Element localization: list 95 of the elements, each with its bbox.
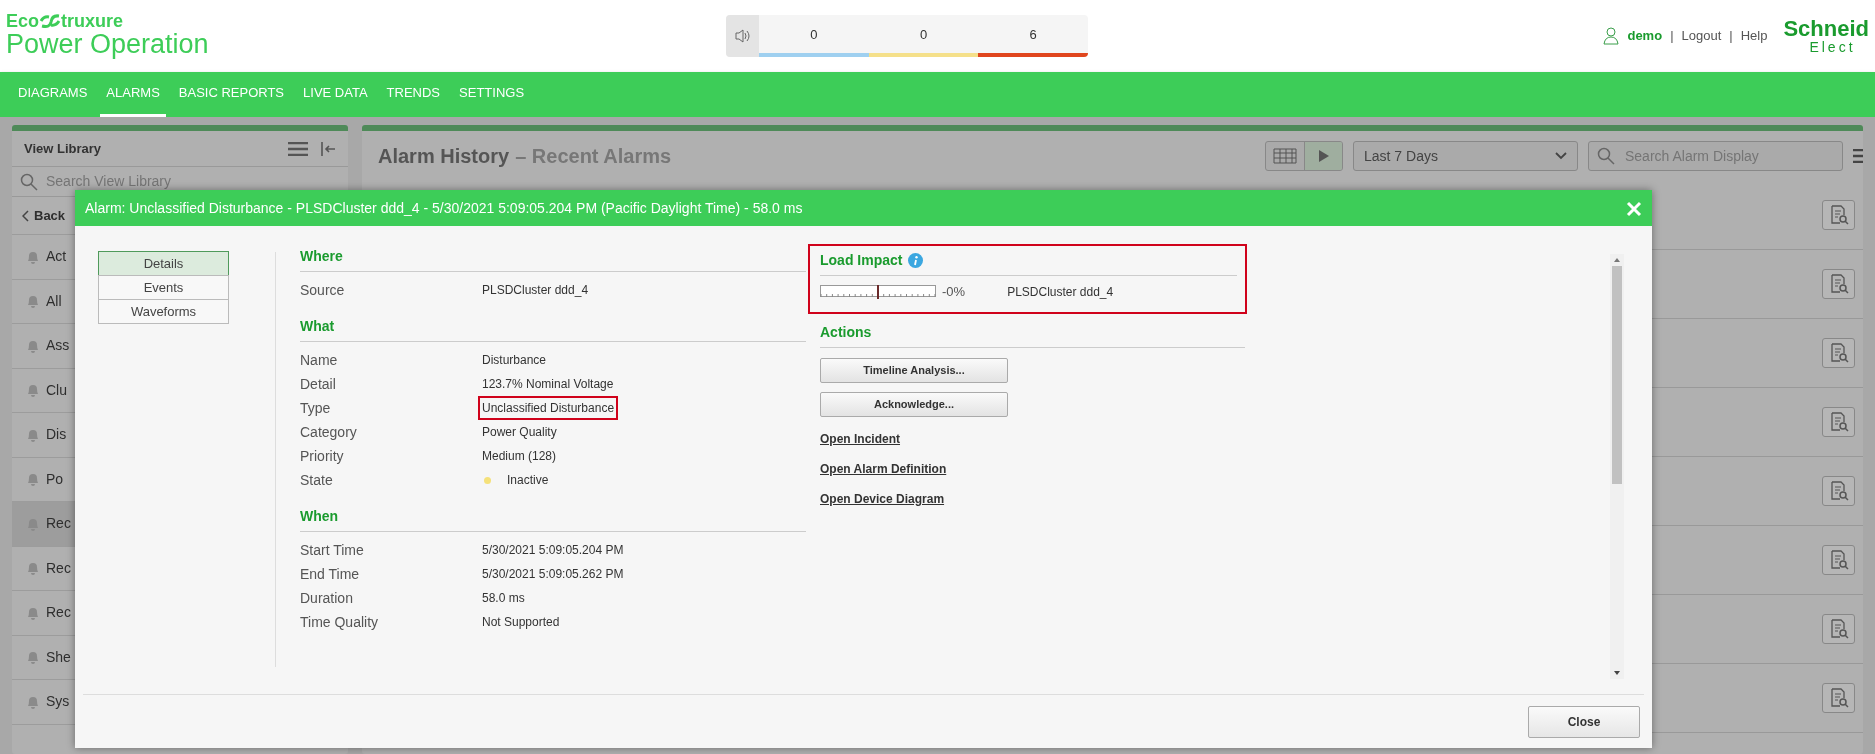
report-button[interactable]: [1822, 269, 1855, 299]
document-search-icon: [1828, 274, 1849, 294]
chevron-down-icon: [1555, 152, 1567, 160]
header-link[interactable]: Logout: [1681, 26, 1722, 46]
field-value: PLSDCluster ddd_4: [481, 282, 590, 299]
report-button[interactable]: [1822, 407, 1855, 437]
field-value: 5/30/2021 5:09:05.204 PM: [481, 542, 625, 559]
alarm-count[interactable]: 0: [868, 15, 979, 57]
action-button[interactable]: Acknowledge...: [820, 391, 1008, 417]
field-label: Duration: [300, 588, 354, 608]
field-label: Start Time: [300, 540, 365, 560]
section-heading: When: [300, 506, 806, 532]
header-link[interactable]: Help: [1740, 26, 1768, 46]
field-value: Power Quality: [481, 424, 558, 441]
action-button[interactable]: Timeline Analysis...: [820, 357, 1008, 383]
product-name: Power Operation: [6, 30, 210, 60]
bell-icon: [26, 471, 40, 488]
dialog-tab[interactable]: Details: [98, 251, 229, 276]
table-icon: [1273, 148, 1297, 164]
field-value: 123.7% Nominal Voltage: [481, 376, 615, 393]
page-title: Alarm History: [378, 144, 510, 169]
back-link[interactable]: Back: [34, 205, 66, 226]
logo-text: truxure: [61, 12, 124, 31]
document-search-icon: [1828, 619, 1849, 639]
user-icon: [1603, 27, 1620, 45]
document-search-icon: [1828, 205, 1849, 225]
document-search-icon: [1828, 343, 1849, 363]
field-label: Detail: [300, 374, 337, 394]
action-link[interactable]: Open Incident: [820, 429, 900, 448]
close-button[interactable]: Close: [1528, 705, 1640, 738]
report-button[interactable]: [1822, 200, 1855, 230]
play-button[interactable]: [1304, 142, 1342, 170]
bell-icon: [26, 649, 40, 666]
field-label: Category: [300, 422, 358, 442]
page-subtitle: – Recent Alarms: [515, 144, 672, 169]
field-value: Medium (128): [481, 448, 558, 465]
report-button[interactable]: [1822, 476, 1855, 506]
user-name: demo: [1627, 27, 1663, 46]
speaker-icon[interactable]: [733, 28, 752, 44]
logo-icon: [39, 13, 61, 30]
field-label: State: [300, 470, 334, 490]
report-button[interactable]: [1822, 545, 1855, 575]
panel-title: View Library: [24, 139, 102, 158]
section-heading: Where: [300, 246, 806, 272]
date-range-select[interactable]: Last 7 Days: [1353, 141, 1578, 171]
menu-icon[interactable]: [1853, 149, 1863, 163]
alarm-count[interactable]: 0: [759, 15, 869, 57]
bell-icon: [26, 560, 40, 577]
report-button[interactable]: [1822, 338, 1855, 368]
close-icon: [1626, 200, 1642, 217]
field-label: End Time: [300, 564, 361, 584]
field-label: Source: [300, 280, 346, 300]
menu-icon[interactable]: [288, 141, 308, 156]
search-field[interactable]: Search View Library: [46, 171, 286, 192]
field-label: Priority: [300, 446, 345, 466]
dialog-tab[interactable]: Waveforms: [98, 299, 229, 324]
section-heading: Actions: [820, 321, 1245, 348]
brand-logo-text: Elect: [1808, 40, 1857, 54]
document-search-icon: [1828, 412, 1849, 432]
report-button[interactable]: [1822, 683, 1855, 713]
collapse-icon[interactable]: [320, 140, 336, 157]
action-link[interactable]: Open Device Diagram: [820, 489, 945, 508]
scrollbar[interactable]: [1610, 254, 1624, 679]
field-label: Time Quality: [300, 612, 380, 632]
logo-text: Eco: [6, 12, 39, 31]
field-value: 58.0 ms: [481, 590, 526, 607]
chevron-left-icon: [22, 209, 30, 222]
info-icon[interactable]: [908, 253, 924, 268]
separator: |: [1729, 27, 1733, 46]
report-button[interactable]: [1822, 614, 1855, 644]
section-heading: What: [300, 316, 806, 342]
document-search-icon: [1828, 481, 1849, 501]
brand-logo-text: Schneid: [1783, 18, 1869, 40]
meter-reading: -0%: [942, 283, 966, 301]
bell-icon: [26, 382, 40, 399]
field-value: Inactive: [506, 472, 550, 489]
field-label: Type: [300, 398, 332, 418]
document-search-icon: [1828, 550, 1849, 570]
field-label: Name: [300, 350, 339, 370]
bell-icon: [26, 293, 40, 310]
separator: |: [1670, 27, 1674, 46]
field-value: 5/30/2021 5:09:05.262 PM: [481, 566, 625, 583]
dialog-tab[interactable]: Events: [98, 275, 229, 300]
load-source: PLSDCluster ddd_4: [1007, 283, 1114, 301]
search-icon: [1597, 147, 1615, 165]
field-value: Disturbance: [481, 352, 548, 369]
alarm-count[interactable]: 6: [978, 15, 1088, 57]
field-value: Unclassified Disturbance: [480, 398, 617, 418]
document-search-icon: [1828, 688, 1849, 708]
section-heading: Load Impact: [820, 251, 903, 270]
play-icon: [1317, 149, 1330, 163]
action-link[interactable]: Open Alarm Definition: [820, 459, 947, 478]
field-value: Not Supported: [481, 614, 561, 631]
search-icon: [20, 172, 38, 191]
dialog-title: Alarm: Unclassified Disturbance - PLSDCluster ddd_4 - 5/30/2021 5:09:05.204 PM (Pacific Daylight Time) - 58.0 ms: [85, 198, 803, 218]
